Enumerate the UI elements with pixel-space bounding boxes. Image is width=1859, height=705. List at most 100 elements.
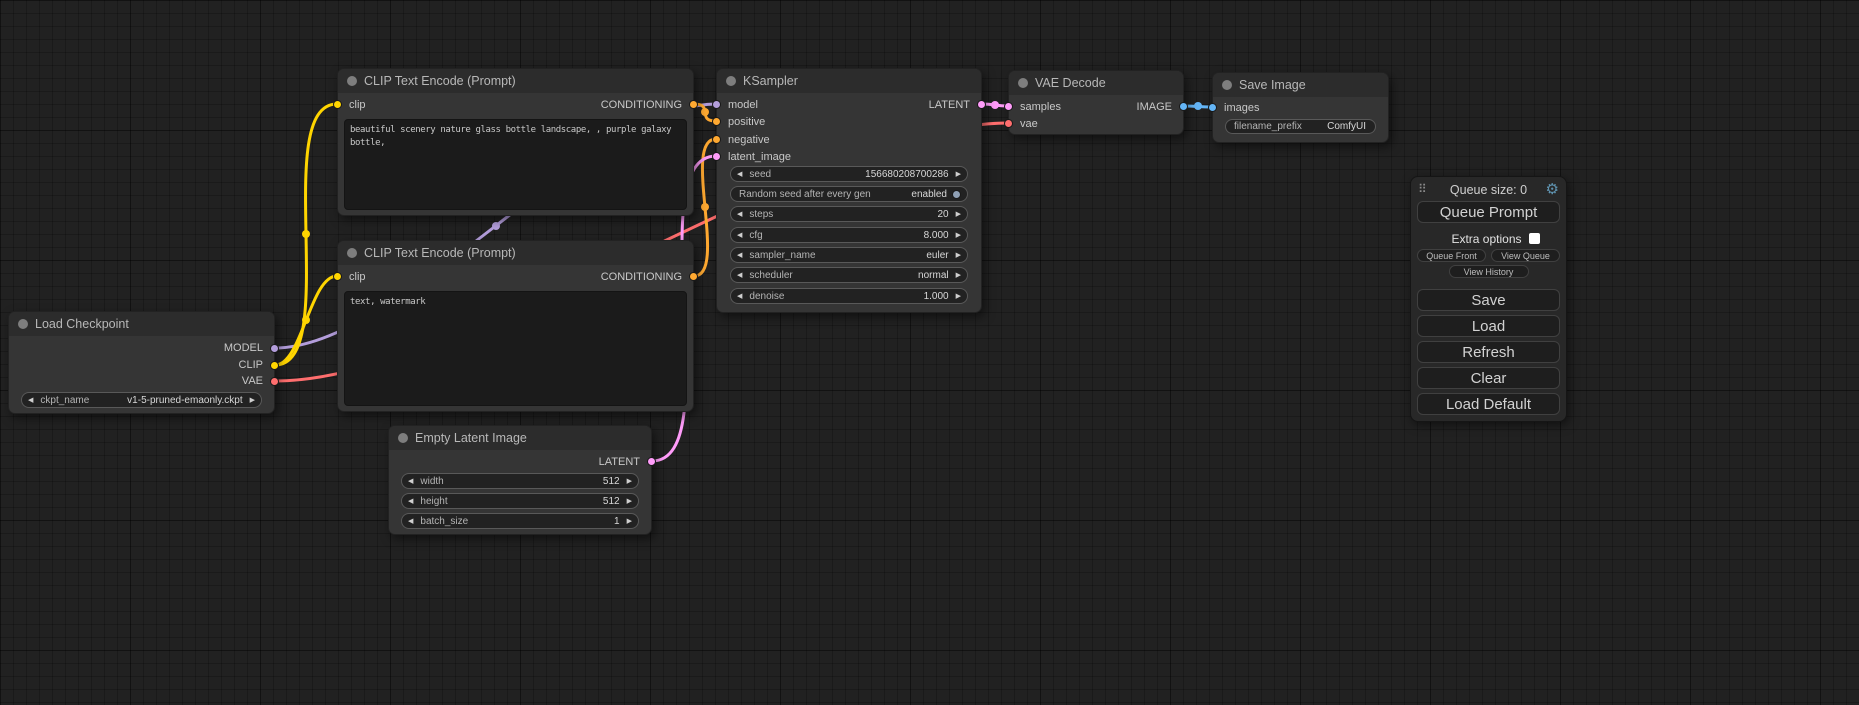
decrement-arrow-icon[interactable]: ◀	[737, 171, 742, 178]
widget-label: filename_prefix	[1234, 121, 1302, 132]
decrement-arrow-icon[interactable]: ◀	[737, 293, 742, 300]
node-status-dot[interactable]	[18, 319, 28, 329]
sampler-name-widget[interactable]: ◀ sampler_name euler ▶	[730, 247, 968, 263]
node-status-dot[interactable]	[398, 433, 408, 443]
node-load-checkpoint[interactable]: Load Checkpoint MODEL CLIP VAE ◀ ckpt_na…	[8, 311, 275, 414]
samples-input-label: samples	[1020, 101, 1061, 114]
decrement-arrow-icon[interactable]: ◀	[408, 478, 413, 485]
positive-prompt-textarea[interactable]: beautiful scenery nature glass bottle la…	[344, 119, 687, 210]
decrement-arrow-icon[interactable]: ◀	[28, 397, 33, 404]
toggle-dot[interactable]	[952, 190, 961, 199]
extra-options-checkbox[interactable]	[1529, 233, 1540, 244]
decrement-arrow-icon[interactable]: ◀	[737, 211, 742, 218]
clip-input-port[interactable]	[333, 100, 342, 109]
node-status-dot[interactable]	[347, 76, 357, 86]
node-title-bar[interactable]: KSampler	[717, 69, 981, 93]
increment-arrow-icon[interactable]: ▶	[956, 272, 961, 279]
queue-size-label: Queue size: 0	[1411, 183, 1566, 197]
node-status-dot[interactable]	[347, 248, 357, 258]
clip-output-port[interactable]	[270, 361, 279, 370]
increment-arrow-icon[interactable]: ▶	[956, 232, 961, 239]
scheduler-widget[interactable]: ◀ scheduler normal ▶	[730, 267, 968, 283]
increment-arrow-icon[interactable]: ▶	[627, 498, 632, 505]
save-button[interactable]: Save	[1417, 289, 1560, 311]
vae-input-port[interactable]	[1004, 119, 1013, 128]
denoise-widget[interactable]: ◀ denoise 1.000 ▶	[730, 288, 968, 304]
model-input-port[interactable]	[712, 100, 721, 109]
node-status-dot[interactable]	[726, 76, 736, 86]
node-vae-decode[interactable]: VAE Decode samples vae IMAGE	[1008, 70, 1184, 135]
latent-output-port[interactable]	[977, 100, 986, 109]
images-input-port[interactable]	[1208, 103, 1217, 112]
node-title: CLIP Text Encode (Prompt)	[364, 74, 516, 88]
seed-widget[interactable]: ◀ seed 156680208700286 ▶	[730, 166, 968, 182]
node-status-dot[interactable]	[1018, 78, 1028, 88]
negative-input-label: negative	[728, 134, 770, 147]
decrement-arrow-icon[interactable]: ◀	[737, 272, 742, 279]
decrement-arrow-icon[interactable]: ◀	[408, 518, 413, 525]
node-ksampler[interactable]: KSampler model positive negative latent_…	[716, 68, 982, 313]
graph-canvas[interactable]: Load Checkpoint MODEL CLIP VAE ◀ ckpt_na…	[0, 0, 1859, 705]
ckpt-name-widget[interactable]: ◀ ckpt_name v1-5-pruned-emaonly.ckpt ▶	[21, 392, 262, 408]
increment-arrow-icon[interactable]: ▶	[627, 518, 632, 525]
node-status-dot[interactable]	[1222, 80, 1232, 90]
increment-arrow-icon[interactable]: ▶	[956, 293, 961, 300]
link-midpoint-dot	[492, 222, 500, 230]
clip-input-label: clip	[349, 271, 366, 284]
vae-output-port[interactable]	[270, 377, 279, 386]
conditioning-output-port[interactable]	[689, 100, 698, 109]
conditioning-output-port[interactable]	[689, 272, 698, 281]
decrement-arrow-icon[interactable]: ◀	[737, 252, 742, 259]
node-title-bar[interactable]: Load Checkpoint	[9, 312, 274, 336]
model-output-port[interactable]	[270, 344, 279, 353]
increment-arrow-icon[interactable]: ▶	[250, 397, 255, 404]
node-title-bar[interactable]: Empty Latent Image	[389, 426, 651, 450]
clip-output-label: CLIP	[239, 359, 263, 372]
latent-image-input-label: latent_image	[728, 151, 791, 164]
width-widget[interactable]: ◀ width 512 ▶	[401, 473, 639, 489]
load-button[interactable]: Load	[1417, 315, 1560, 337]
increment-arrow-icon[interactable]: ▶	[956, 252, 961, 259]
decrement-arrow-icon[interactable]: ◀	[408, 498, 413, 505]
negative-input-port[interactable]	[712, 135, 721, 144]
increment-arrow-icon[interactable]: ▶	[956, 211, 961, 218]
queue-front-button[interactable]: Queue Front	[1417, 249, 1486, 262]
load-default-button[interactable]: Load Default	[1417, 393, 1560, 415]
clip-input-port[interactable]	[333, 272, 342, 281]
queue-prompt-button[interactable]: Queue Prompt	[1417, 201, 1560, 223]
widget-value: 20	[937, 209, 948, 220]
node-title: CLIP Text Encode (Prompt)	[364, 246, 516, 260]
positive-input-port[interactable]	[712, 117, 721, 126]
settings-gear-icon[interactable]: ⚙	[1546, 180, 1559, 198]
random-seed-widget[interactable]: Random seed after every gen enabled	[730, 186, 968, 202]
view-queue-button[interactable]: View Queue	[1491, 249, 1560, 262]
samples-input-port[interactable]	[1004, 102, 1013, 111]
view-history-button[interactable]: View History	[1449, 265, 1529, 278]
negative-prompt-textarea[interactable]: text, watermark	[344, 291, 687, 406]
filename-prefix-widget[interactable]: filename_prefix ComfyUI	[1225, 119, 1376, 134]
widget-value: euler	[926, 250, 948, 261]
latent-output-port[interactable]	[647, 457, 656, 466]
node-empty-latent-image[interactable]: Empty Latent Image LATENT ◀ width 512 ▶ …	[388, 425, 652, 535]
widget-value: 512	[603, 476, 620, 487]
node-clip-text-encode-positive[interactable]: CLIP Text Encode (Prompt) clip CONDITION…	[337, 68, 694, 216]
node-title-bar[interactable]: VAE Decode	[1009, 71, 1183, 95]
image-output-port[interactable]	[1179, 102, 1188, 111]
batch-size-widget[interactable]: ◀ batch_size 1 ▶	[401, 513, 639, 529]
node-clip-text-encode-negative[interactable]: CLIP Text Encode (Prompt) clip CONDITION…	[337, 240, 694, 412]
clear-button[interactable]: Clear	[1417, 367, 1560, 389]
increment-arrow-icon[interactable]: ▶	[956, 171, 961, 178]
steps-widget[interactable]: ◀ steps 20 ▶	[730, 206, 968, 222]
cfg-widget[interactable]: ◀ cfg 8.000 ▶	[730, 227, 968, 243]
latent-image-input-port[interactable]	[712, 152, 721, 161]
refresh-button[interactable]: Refresh	[1417, 341, 1560, 363]
widget-label: steps	[749, 209, 773, 220]
height-widget[interactable]: ◀ height 512 ▶	[401, 493, 639, 509]
increment-arrow-icon[interactable]: ▶	[627, 478, 632, 485]
node-title-bar[interactable]: Save Image	[1213, 73, 1388, 97]
node-title-bar[interactable]: CLIP Text Encode (Prompt)	[338, 69, 693, 93]
node-save-image[interactable]: Save Image images filename_prefix ComfyU…	[1212, 72, 1389, 143]
node-title-bar[interactable]: CLIP Text Encode (Prompt)	[338, 241, 693, 265]
vae-output-label: VAE	[242, 375, 263, 388]
decrement-arrow-icon[interactable]: ◀	[737, 232, 742, 239]
